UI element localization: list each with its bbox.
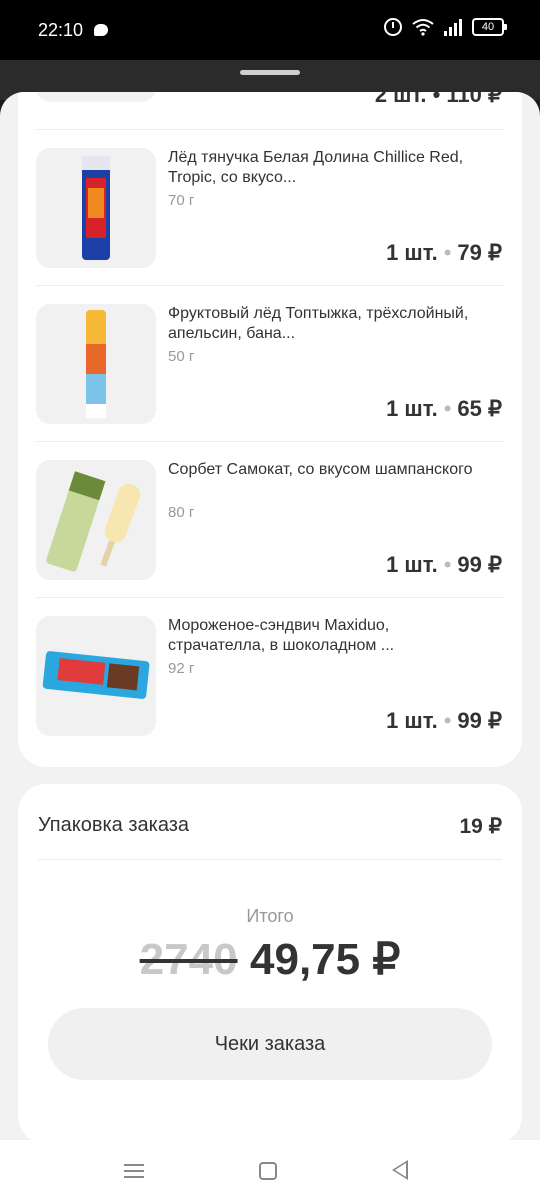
item-price: 79 ₽ bbox=[457, 240, 502, 265]
items-card: 2 шт. • 110 ₽ Лёд тянучка Белая Долина C… bbox=[18, 92, 522, 767]
packaging-row: Упаковка заказа 19 ₽ bbox=[38, 804, 502, 860]
total-label: Итого bbox=[246, 906, 294, 926]
item-name: Сорбет Самокат, со вкусом шампанского bbox=[168, 461, 473, 478]
sandwich-icecream-image bbox=[42, 651, 150, 699]
item-qty: 1 шт. bbox=[386, 552, 438, 577]
item-qty: 1 шт. bbox=[386, 396, 438, 421]
sorbet-image bbox=[46, 471, 141, 572]
list-item[interactable]: Лёд тянучка Белая Долина Chillice Red, T… bbox=[36, 130, 504, 286]
alarm-icon bbox=[384, 18, 402, 36]
item-qty: 1 шт. bbox=[386, 708, 438, 733]
status-bar: 22:10 40 bbox=[0, 0, 540, 60]
separator-dot: • bbox=[443, 552, 452, 577]
product-thumbnail bbox=[36, 92, 156, 102]
new-total: 49,75 ₽ bbox=[250, 935, 401, 984]
packaging-label: Упаковка заказа bbox=[38, 814, 190, 836]
item-name: Мороженое-сэндвич Maxiduo, страчателла, … bbox=[168, 617, 395, 654]
receipts-button[interactable]: Чеки заказа bbox=[48, 1008, 492, 1080]
ice-lolly-red-image bbox=[82, 156, 110, 260]
item-price: 99 ₽ bbox=[457, 552, 502, 577]
list-item[interactable]: Фруктовый лёд Топтыжка, трёхслойный, апе… bbox=[36, 286, 504, 442]
product-thumbnail bbox=[36, 148, 156, 268]
order-sheet: 2 шт. • 110 ₽ Лёд тянучка Белая Долина C… bbox=[0, 92, 540, 1140]
item-qty-price: 1 шт. • 65 ₽ bbox=[386, 396, 502, 422]
item-qty-price: 1 шт. • 99 ₽ bbox=[386, 708, 502, 734]
item-weight: 92 г bbox=[168, 660, 195, 677]
signal-icon bbox=[444, 18, 462, 36]
separator-dot: • bbox=[443, 708, 452, 733]
item-name: Лёд тянучка Белая Долина Chillice Red, T… bbox=[168, 149, 464, 186]
list-item[interactable]: Сорбет Самокат, со вкусом шампанского 80… bbox=[36, 442, 504, 598]
drag-handle[interactable] bbox=[240, 70, 300, 75]
status-time: 22:10 bbox=[38, 20, 84, 40]
fruit-ice-image bbox=[86, 310, 106, 418]
wifi-icon bbox=[412, 19, 434, 36]
message-icon bbox=[94, 24, 108, 36]
list-item-partial[interactable]: 2 шт. • 110 ₽ bbox=[36, 92, 504, 130]
separator-dot: • bbox=[443, 240, 452, 265]
item-price: 65 ₽ bbox=[457, 396, 502, 421]
item-qty-price: 2 шт. • 110 ₽ bbox=[374, 92, 502, 107]
back-icon[interactable] bbox=[392, 1160, 408, 1180]
home-icon[interactable] bbox=[259, 1162, 277, 1180]
packaging-price: 19 ₽ bbox=[459, 815, 502, 838]
item-price: 99 ₽ bbox=[457, 708, 502, 733]
old-total: 2740 bbox=[139, 935, 238, 984]
item-qty-price: 1 шт. • 99 ₽ bbox=[386, 552, 502, 578]
total-row: 2740 49,75 ₽ bbox=[18, 934, 522, 985]
item-name: Фруктовый лёд Топтыжка, трёхслойный, апе… bbox=[168, 305, 469, 342]
navigation-bar bbox=[0, 1140, 540, 1200]
product-thumbnail bbox=[36, 460, 156, 580]
product-thumbnail bbox=[36, 304, 156, 424]
battery-icon: 40 bbox=[472, 18, 507, 36]
item-weight: 70 г bbox=[168, 192, 195, 209]
item-weight: 80 г bbox=[168, 504, 195, 521]
list-item[interactable]: Мороженое-сэндвич Maxiduo, страчателла, … bbox=[36, 598, 504, 754]
item-qty: 1 шт. bbox=[386, 240, 438, 265]
separator-dot: • bbox=[443, 396, 452, 421]
item-qty-price: 1 шт. • 79 ₽ bbox=[386, 240, 502, 266]
summary-card: Упаковка заказа 19 ₽ Итого 2740 49,75 ₽ … bbox=[18, 784, 522, 1140]
status-icons: 40 bbox=[384, 18, 507, 36]
menu-icon[interactable] bbox=[124, 1164, 144, 1178]
item-weight: 50 г bbox=[168, 348, 195, 365]
product-thumbnail bbox=[36, 616, 156, 736]
